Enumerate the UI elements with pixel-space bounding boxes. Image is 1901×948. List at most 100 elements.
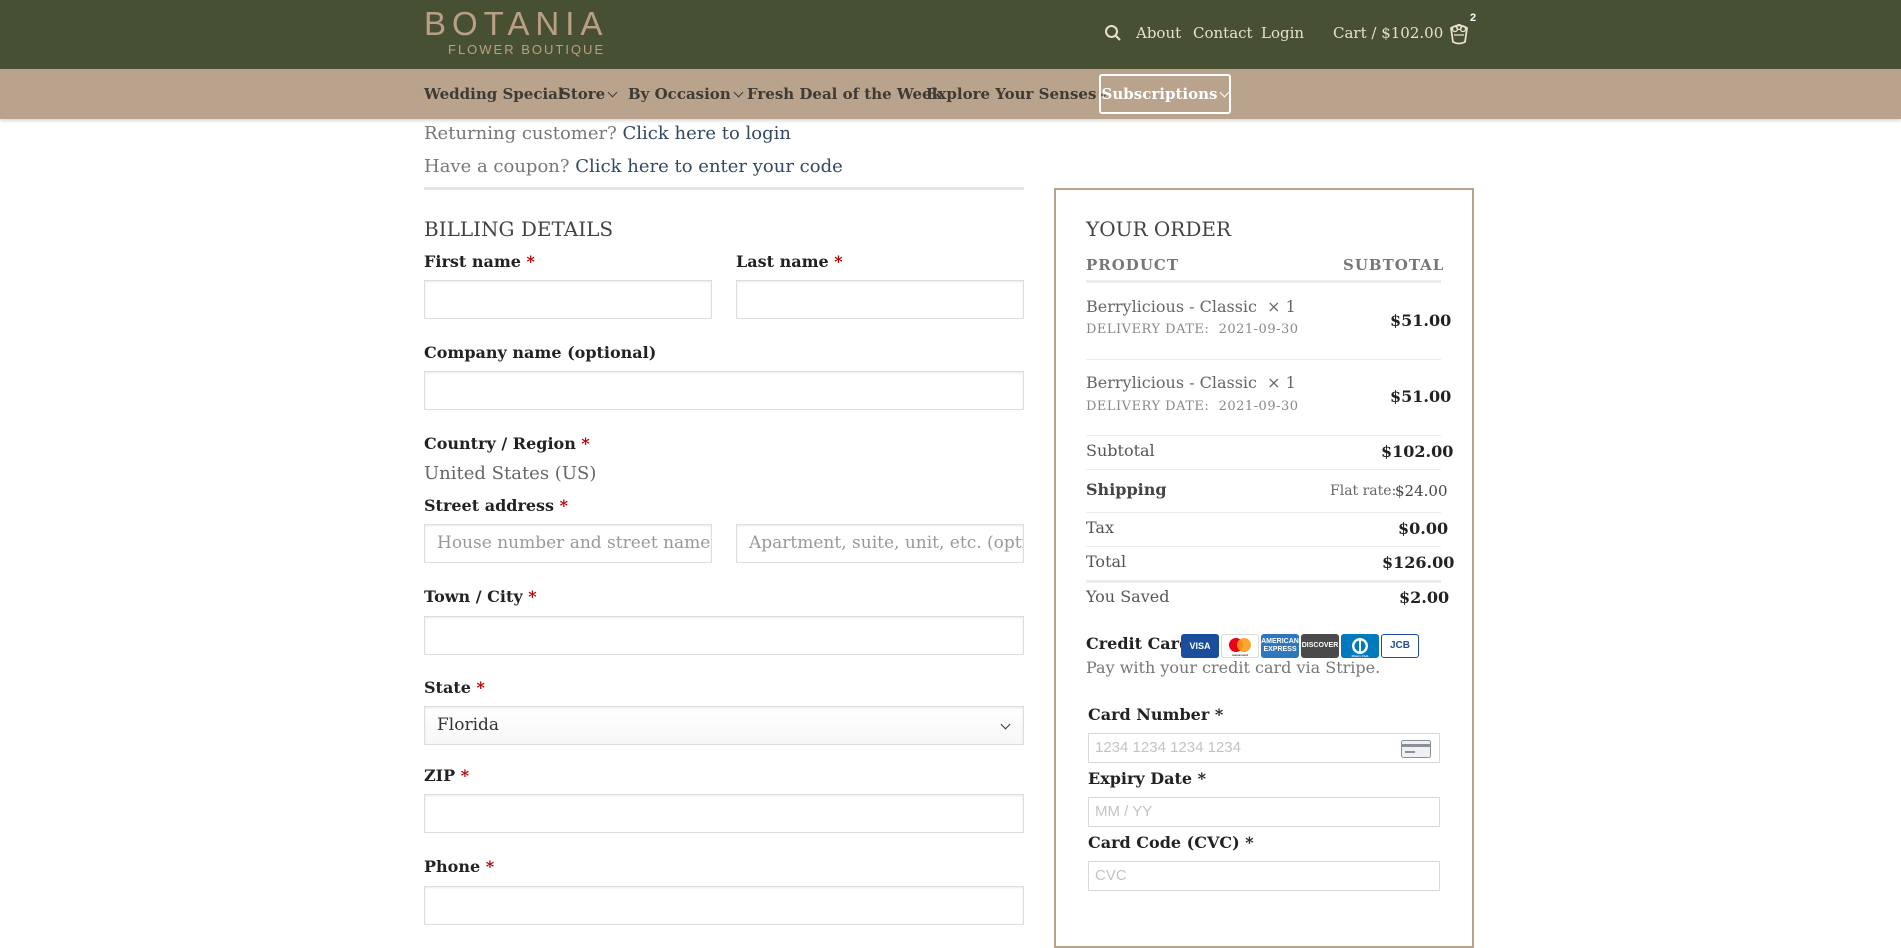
- mastercard-icon: mastercard: [1221, 634, 1259, 658]
- country-label: Country / Region *: [424, 434, 590, 453]
- shipping-method: Flat rate:: [1330, 483, 1397, 499]
- nav-item-label: Fresh Deal of the Week: [747, 85, 942, 103]
- state-select-value: Florida: [437, 715, 500, 735]
- order-item-price: $51.00: [1390, 311, 1452, 330]
- order-item-delivery: DELIVERY DATE: 2021-09-30: [1086, 399, 1299, 414]
- chevron-down-icon: [733, 87, 744, 98]
- notice-text: Returning customer?: [424, 123, 617, 144]
- card-number-field[interactable]: 1234 1234 1234 1234: [1088, 733, 1440, 763]
- street-address-field[interactable]: House number and street name: [424, 524, 712, 563]
- nav-link-about[interactable]: About: [1136, 23, 1181, 43]
- payment-method-label[interactable]: Credit Card: [1086, 634, 1190, 654]
- nav-item-fresh-deal[interactable]: Fresh Deal of the Week: [747, 84, 942, 104]
- nav-item-store[interactable]: Store: [560, 84, 618, 104]
- cart-icon[interactable]: [1448, 20, 1470, 50]
- nav-item-label: Store: [560, 85, 606, 103]
- diners-club-icon: Diners Club: [1341, 634, 1379, 658]
- nav-item-label: Subscriptions: [1101, 85, 1218, 103]
- phone-label: Phone *: [424, 857, 495, 876]
- company-field[interactable]: [424, 371, 1024, 410]
- visa-icon: VISA: [1181, 634, 1219, 658]
- last-name-field[interactable]: [736, 280, 1024, 319]
- divider: [1086, 435, 1441, 436]
- company-label: Company name (optional): [424, 343, 657, 362]
- top-header: BOTANIA FLOWER BOUTIQUE About Contact Lo…: [0, 0, 1901, 69]
- chevron-down-icon: [607, 87, 618, 98]
- expiry-field[interactable]: MM / YY: [1088, 797, 1440, 827]
- last-name-label: Last name *: [736, 252, 843, 271]
- total-value: $126.00: [1382, 553, 1455, 572]
- nav-link-contact[interactable]: Contact: [1193, 23, 1253, 43]
- col-product: PRODUCT: [1086, 256, 1180, 274]
- cart-count-badge: 2: [1470, 12, 1477, 24]
- notice-text: Have a coupon?: [424, 156, 570, 177]
- chevron-down-icon: [1219, 87, 1230, 98]
- mastercard-wordmark: mastercard: [1232, 653, 1248, 657]
- tax-label: Tax: [1086, 518, 1114, 537]
- coupon-notice: Have a coupon? Click here to enter your …: [424, 156, 843, 178]
- login-link[interactable]: Click here to login: [623, 123, 791, 144]
- returning-customer-notice: Returning customer? Click here to login: [424, 123, 791, 145]
- nav-item-by-occasion[interactable]: By Occasion: [628, 84, 744, 104]
- city-label: Town / City *: [424, 587, 537, 606]
- subtotal-label: Subtotal: [1086, 441, 1155, 460]
- logo-tagline: FLOWER BOUTIQUE: [448, 42, 606, 57]
- nav-item-subscriptions[interactable]: Subscriptions: [1099, 74, 1231, 114]
- nav-item-label: By Occasion: [628, 85, 731, 103]
- nav-link-login[interactable]: Login: [1261, 23, 1304, 43]
- main-nav: Wedding Special Store By Occasion Fresh …: [0, 69, 1901, 119]
- shipping-value: $24.00: [1395, 482, 1448, 500]
- order-item-delivery: DELIVERY DATE: 2021-09-30: [1086, 322, 1299, 337]
- nav-item-explore-senses[interactable]: Explore Your Senses: [926, 84, 1109, 104]
- subtotal-value: $102.00: [1381, 442, 1454, 461]
- country-value: United States (US): [424, 463, 597, 484]
- logo-wordmark: BOTANIA: [424, 5, 609, 42]
- cvc-field[interactable]: CVC: [1088, 861, 1440, 891]
- zip-field[interactable]: [424, 794, 1024, 833]
- amex-icon: AMERICAN EXPRESS: [1261, 634, 1299, 658]
- saved-value: $2.00: [1399, 588, 1450, 607]
- expiry-label: Expiry Date *: [1088, 769, 1207, 788]
- nav-item-wedding-special[interactable]: Wedding Special: [424, 84, 564, 104]
- state-select[interactable]: Florida: [424, 706, 1024, 745]
- zip-label: ZIP *: [424, 766, 470, 785]
- cart-link[interactable]: Cart / $102.00: [1333, 23, 1443, 43]
- billing-title: BILLING DETAILS: [424, 217, 614, 241]
- first-name-field[interactable]: [424, 280, 712, 319]
- tax-value: $0.00: [1398, 519, 1449, 538]
- col-subtotal: SUBTOTAL: [1343, 256, 1445, 274]
- credit-card-icon: [1401, 740, 1431, 758]
- jcb-icon: JCB: [1381, 634, 1419, 658]
- divider: [1086, 359, 1441, 360]
- discover-icon: DISCOVER: [1301, 634, 1339, 658]
- street-address-label: Street address *: [424, 496, 569, 515]
- street-address-2-field[interactable]: Apartment, suite, unit, etc. (optional): [736, 524, 1024, 563]
- order-item-name: Berrylicious - Classic × 1: [1086, 297, 1296, 316]
- card-number-label: Card Number *: [1088, 705, 1224, 724]
- divider: [1086, 580, 1441, 583]
- phone-field[interactable]: [424, 886, 1024, 925]
- order-title: YOUR ORDER: [1086, 217, 1232, 241]
- coupon-link[interactable]: Click here to enter your code: [575, 156, 843, 177]
- cvc-label: Card Code (CVC) *: [1088, 833, 1254, 852]
- search-icon[interactable]: [1104, 24, 1122, 46]
- first-name-label: First name *: [424, 252, 535, 271]
- total-label: Total: [1086, 552, 1127, 571]
- shipping-label: Shipping: [1086, 480, 1167, 499]
- saved-label: You Saved: [1086, 587, 1170, 606]
- state-label: State *: [424, 678, 485, 697]
- nav-item-label: Wedding Special: [424, 85, 564, 103]
- chevron-down-icon: [1000, 719, 1011, 730]
- divider: [1086, 469, 1441, 470]
- site-logo[interactable]: BOTANIA FLOWER BOUTIQUE: [424, 6, 634, 60]
- divider: [1086, 280, 1441, 283]
- divider: [1086, 546, 1441, 547]
- card-number-placeholder: 1234 1234 1234 1234: [1095, 739, 1241, 756]
- order-item-price: $51.00: [1390, 387, 1452, 406]
- order-item-name: Berrylicious - Classic × 1: [1086, 373, 1296, 392]
- payment-description: Pay with your credit card via Stripe.: [1086, 658, 1381, 677]
- divider: [424, 187, 1024, 190]
- divider: [1086, 512, 1441, 513]
- city-field[interactable]: [424, 616, 1024, 655]
- nav-item-label: Explore Your Senses: [926, 85, 1097, 103]
